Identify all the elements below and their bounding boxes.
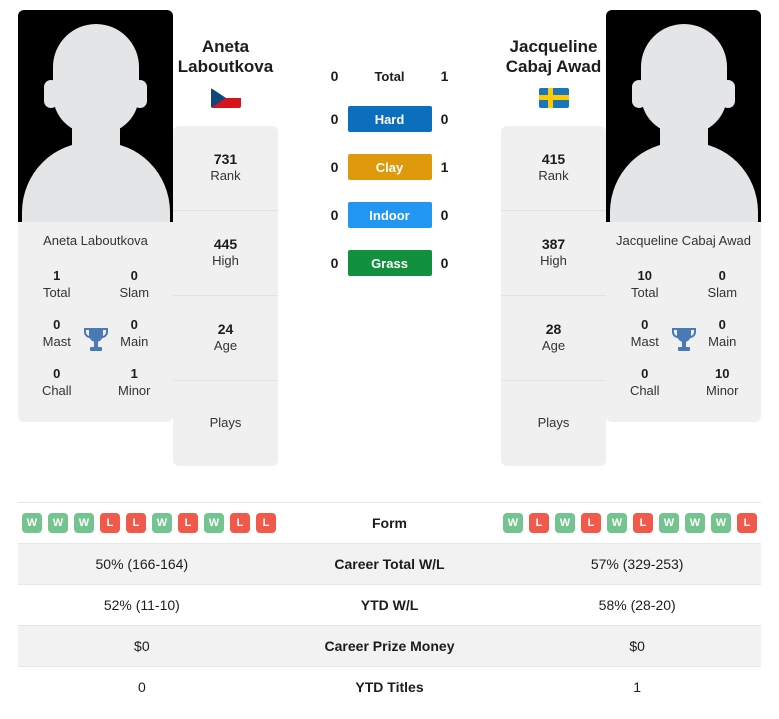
stat-age: 24 Age (173, 296, 278, 381)
h2h-row-indoor: 0 Indoor 0 (314, 202, 466, 228)
value-left: 50% (166-164) (95, 556, 189, 572)
titles-grid-left: 1 Total 0 Slam 0 Mast 0 Main 0 Chall 1 M… (18, 259, 173, 421)
h2h-bar-hard: Hard (347, 106, 432, 132)
stat-high: 445 High (173, 211, 278, 296)
form-badge-loss: L (126, 513, 146, 533)
form-badge-loss: L (737, 513, 757, 533)
title-stat: 1 Total (43, 268, 71, 301)
player-comparison-page: Aneta Laboutkova 1 Total 0 Slam 0 Mast 0… (0, 0, 779, 719)
table-row-career-prize-money: $0 Career Prize Money $0 (18, 625, 761, 666)
player-stats-left: 731 Rank 445 High 24 Age Plays (173, 125, 278, 466)
value-right: 58% (28-20) (598, 597, 676, 613)
form-badge-loss: L (529, 513, 549, 533)
player-name-right: Jacqueline Cabaj Awad (616, 233, 751, 248)
row-label-career-prize-money: Career Prize Money (324, 638, 455, 654)
value-left: 52% (11-10) (103, 597, 180, 613)
player-photo-left (18, 10, 173, 222)
player-name-left: Aneta Laboutkova (43, 233, 148, 248)
table-row-ytd-titles: 0 YTD Titles 1 (18, 666, 761, 707)
h2h-bar-clay: Clay (347, 154, 432, 180)
comparison-table: WWWLLWLWLL Form WLWLWLWWWL 50% (166-164)… (18, 502, 761, 707)
form-badge-loss: L (230, 513, 250, 533)
row-label-ytd-wl: YTD W/L (360, 597, 419, 613)
trophy-icon (671, 326, 697, 354)
head-to-head-panel: 0 Total 1 0 Hard 0 0 Clay 1 0 Indoor 0 0 (278, 10, 501, 276)
form-badge-loss: L (178, 513, 198, 533)
form-badge-win: W (204, 513, 224, 533)
player-card-left[interactable]: Aneta Laboutkova 1 Total 0 Slam 0 Mast 0… (18, 10, 173, 422)
h2h-row-total: 0 Total 1 (330, 68, 449, 84)
czech-republic-flag-icon (210, 87, 241, 108)
title-stat: 1 Minor (117, 365, 151, 398)
title-stat: 10 Minor (705, 365, 739, 398)
h2h-bar-indoor: Indoor (347, 202, 432, 228)
player-photo-right (606, 10, 761, 222)
player-titles-panel-left: Aneta Laboutkova 1 Total 0 Slam 0 Mast 0… (18, 222, 173, 422)
title-stat: 0 Chall (629, 365, 660, 398)
form-badge-win: W (555, 513, 575, 533)
h2h-row-clay: 0 Clay 1 (314, 154, 466, 180)
h2h-row-grass: 0 Grass 0 (314, 250, 466, 276)
player-titles-panel-right: Jacqueline Cabaj Awad 10 Total 0 Slam 0 … (606, 222, 761, 422)
form-badge-loss: L (256, 513, 276, 533)
stat-rank: 415 Rank (501, 126, 606, 211)
form-badge-loss: L (100, 513, 120, 533)
trophy-icon (83, 326, 109, 354)
stat-rank: 731 Rank (173, 126, 278, 211)
row-label-ytd-titles: YTD Titles (355, 679, 424, 695)
h2h-label-total: Total (374, 68, 405, 84)
player-card-right[interactable]: Jacqueline Cabaj Awad 10 Total 0 Slam 0 … (606, 10, 761, 422)
avatar-silhouette-icon (18, 10, 173, 222)
stat-high: 387 High (501, 211, 606, 296)
form-badge-win: W (607, 513, 627, 533)
row-label-career-total-wl: Career Total W/L (334, 556, 445, 572)
value-right: $0 (629, 638, 645, 654)
player-summary-left: Aneta Laboutkova 731 Rank 445 High 24 Ag… (173, 10, 278, 466)
comparison-header: Aneta Laboutkova 1 Total 0 Slam 0 Mast 0… (0, 0, 779, 466)
form-badge-win: W (659, 513, 679, 533)
h2h-row-hard: 0 Hard 0 (314, 106, 466, 132)
title-stat: 0 Slam (707, 268, 738, 301)
form-badge-win: W (711, 513, 731, 533)
stat-plays: Plays (537, 414, 570, 430)
table-row-ytd-wl: 52% (11-10) YTD W/L 58% (28-20) (18, 584, 761, 625)
value-right: 1 (633, 679, 642, 695)
form-badges-right: WLWLWLWWWL (499, 504, 761, 542)
row-label-form: Form (372, 515, 407, 531)
avatar-silhouette-icon (606, 10, 761, 222)
form-badge-loss: L (581, 513, 601, 533)
player-headline-right: Jacqueline Cabaj Awad (505, 37, 602, 77)
titles-grid-right: 10 Total 0 Slam 0 Mast 0 Main 0 Chall 10… (606, 259, 761, 421)
form-badge-loss: L (633, 513, 653, 533)
title-stat: 0 Slam (119, 268, 150, 301)
h2h-bar-grass: Grass (347, 250, 432, 276)
player-summary-right: Jacqueline Cabaj Awad 415 Rank 387 High … (501, 10, 606, 466)
player-headline-left: Aneta Laboutkova (177, 37, 274, 77)
stat-plays: Plays (209, 414, 242, 430)
value-left: $0 (134, 638, 150, 654)
sweden-flag-icon (538, 87, 569, 108)
value-right: 57% (329-253) (590, 556, 684, 572)
table-row-form: WWWLLWLWLL Form WLWLWLWWWL (18, 502, 761, 543)
form-badge-win: W (152, 513, 172, 533)
form-badges-left: WWWLLWLWLL (18, 504, 280, 542)
title-stat: 0 Chall (41, 365, 72, 398)
form-badge-win: W (74, 513, 94, 533)
form-badge-win: W (22, 513, 42, 533)
stat-age: 28 Age (501, 296, 606, 381)
form-badge-win: W (685, 513, 705, 533)
table-row-career-total-wl: 50% (166-164) Career Total W/L 57% (329-… (18, 543, 761, 584)
player-stats-right: 415 Rank 387 High 28 Age Plays (501, 125, 606, 466)
form-badge-win: W (48, 513, 68, 533)
form-badge-win: W (503, 513, 523, 533)
title-stat: 10 Total (631, 268, 659, 301)
value-left: 0 (137, 679, 146, 695)
